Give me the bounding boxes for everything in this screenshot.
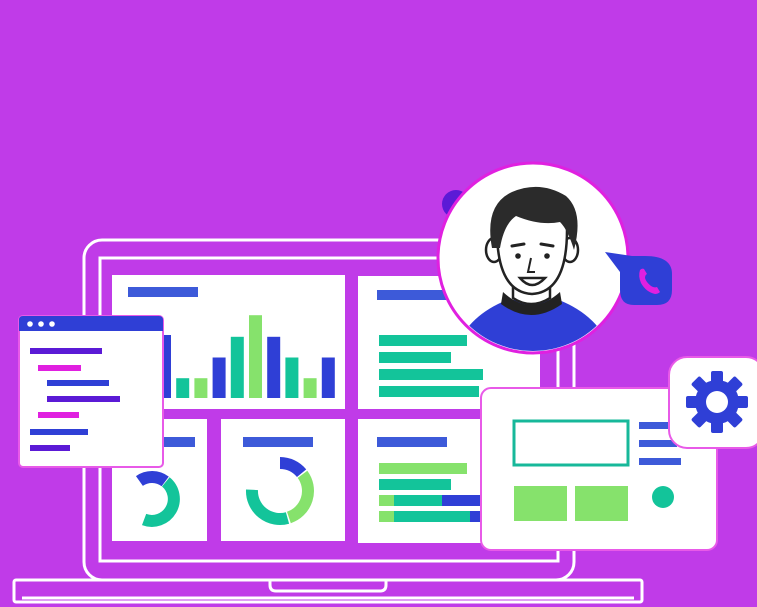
window-dots-icon [27, 321, 55, 327]
eye-left [515, 253, 521, 259]
green-tile [514, 486, 567, 521]
chart-bar [442, 495, 482, 506]
chart-bar [212, 357, 226, 398]
panel-title-bar [128, 287, 198, 297]
menu-line [639, 458, 681, 465]
chart-bar [267, 336, 281, 398]
chart-bar [379, 495, 394, 506]
chart-bar [379, 479, 451, 490]
chart-bar [379, 386, 479, 397]
gear-tooth [711, 419, 723, 433]
chart-bar [303, 378, 317, 398]
green-tile [575, 486, 628, 521]
laptop-notch [268, 580, 388, 593]
panel-title-bar [243, 437, 313, 447]
gear-tooth [686, 396, 700, 408]
chart-bar [379, 463, 467, 474]
chart-bar [230, 336, 244, 398]
donut-segment [135, 471, 169, 487]
eye-right [544, 253, 550, 259]
gear-tooth [711, 371, 723, 385]
chart-bar [194, 378, 208, 398]
chart-bar [321, 357, 335, 398]
support-dashboard-illustration [12, 161, 757, 604]
chart-bar [379, 352, 451, 363]
chart-bar [394, 495, 442, 506]
chart-bar [285, 357, 299, 398]
chart-bar [394, 511, 470, 522]
chart-bar [249, 315, 262, 398]
gear-hole [706, 391, 728, 413]
chart-bar [379, 369, 483, 380]
menu-line [639, 440, 677, 447]
gear-badge [668, 356, 757, 449]
panel-title-bar [377, 290, 452, 300]
chart-bar [176, 378, 190, 398]
chart-bar [379, 511, 394, 522]
status-dot [652, 486, 674, 508]
gear-tooth [734, 396, 748, 408]
code-window-card [18, 315, 164, 468]
panel-title-bar [377, 437, 447, 447]
chart-bar [379, 335, 467, 346]
